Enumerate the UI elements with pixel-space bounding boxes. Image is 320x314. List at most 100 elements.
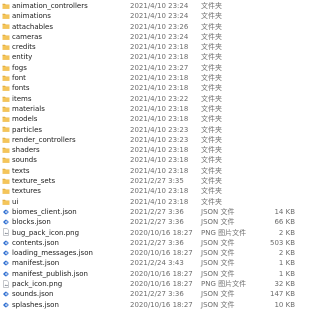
file-type: 文件夹 xyxy=(201,187,222,196)
file-name: materials xyxy=(12,104,45,113)
file-type: PNG 图片文件 xyxy=(201,228,247,237)
file-type: 文件夹 xyxy=(201,32,222,41)
png-file-icon xyxy=(2,228,10,237)
file-name: pack_icon.png xyxy=(12,280,63,289)
file-name: biomes_client.json xyxy=(12,207,77,216)
file-name: blocks.json xyxy=(12,218,51,227)
file-row[interactable]: splashes.json 2020/10/16 18:27 JSON 文件 10 K… xyxy=(0,300,300,310)
file-type: JSON 文件 xyxy=(201,218,235,227)
file-modified-date: 2021/2/27 3:36 xyxy=(130,238,184,247)
file-row[interactable]: render_controllers 2021/4/10 23:23 文件夹 xyxy=(0,135,300,145)
file-row[interactable]: particles 2021/4/10 23:23 文件夹 xyxy=(0,125,300,135)
file-type: 文件夹 xyxy=(201,84,222,93)
file-row[interactable]: models 2021/4/10 23:18 文件夹 xyxy=(0,114,300,124)
file-modified-date: 2021/4/10 23:26 xyxy=(130,22,189,31)
file-type: 文件夹 xyxy=(201,63,222,72)
file-row[interactable]: credits 2021/4/10 23:18 文件夹 xyxy=(0,42,300,52)
file-row[interactable]: entity 2021/4/10 23:18 文件夹 xyxy=(0,52,300,62)
file-size: 503 KB xyxy=(270,238,295,247)
file-row[interactable]: loading_messages.json 2020/10/16 18:27 JSO… xyxy=(0,248,300,258)
file-modified-date: 2021/4/10 23:18 xyxy=(130,197,189,206)
file-name: texture_sets xyxy=(12,177,56,186)
file-row[interactable]: font 2021/4/10 23:18 文件夹 xyxy=(0,73,300,83)
file-row[interactable]: manifest.json 2021/2/24 3:43 JSON 文件 1 KB xyxy=(0,258,300,268)
json-file-icon xyxy=(2,270,10,278)
file-list: animation_controllers 2021/4/10 23:24 文件夹 a… xyxy=(0,0,300,314)
file-row[interactable]: animation_controllers 2021/4/10 23:24 文件夹 xyxy=(0,1,300,11)
file-name: manifest_publish.json xyxy=(12,269,88,278)
file-name: fonts xyxy=(12,84,30,93)
file-row[interactable]: animations 2021/4/10 23:24 文件夹 xyxy=(0,11,300,21)
file-modified-date: 2020/10/16 18:27 xyxy=(130,249,193,258)
folder-icon xyxy=(2,156,10,164)
file-row[interactable]: materials 2021/4/10 23:18 文件夹 xyxy=(0,104,300,114)
file-row[interactable]: textures 2021/4/10 23:18 文件夹 xyxy=(0,186,300,196)
file-modified-date: 2021/4/10 23:23 xyxy=(130,135,189,144)
file-type: JSON 文件 xyxy=(201,300,235,309)
file-name: attachables xyxy=(12,22,53,31)
file-modified-date: 2020/10/16 18:27 xyxy=(130,280,193,289)
file-name: animations xyxy=(12,12,51,21)
file-size: 10 KB xyxy=(274,300,295,309)
file-name: items xyxy=(12,94,32,103)
file-type: 文件夹 xyxy=(201,197,222,206)
file-name: ui xyxy=(12,197,19,206)
file-row[interactable]: contents.json 2021/2/27 3:36 JSON 文件 503 KB xyxy=(0,238,300,248)
file-row[interactable]: biomes_client.json 2021/2/27 3:36 JSON 文件 1… xyxy=(0,207,300,217)
file-row[interactable]: blocks.json 2021/2/27 3:36 JSON 文件 66 KB xyxy=(0,217,300,227)
file-type: 文件夹 xyxy=(201,115,222,124)
file-row[interactable]: texts 2021/4/10 23:18 文件夹 xyxy=(0,166,300,176)
file-row[interactable]: manifest_publish.json 2020/10/16 18:27 JSO… xyxy=(0,269,300,279)
file-row[interactable]: texture_sets 2021/2/27 3:35 文件夹 xyxy=(0,176,300,186)
file-row[interactable]: items 2021/4/10 23:22 文件夹 xyxy=(0,94,300,104)
file-modified-date: 2021/4/10 23:18 xyxy=(130,115,189,124)
file-row[interactable]: pack_icon.png 2020/10/16 18:27 PNG 图片文件 32 … xyxy=(0,279,300,289)
file-name: animation_controllers xyxy=(12,2,88,10)
file-type: JSON 文件 xyxy=(201,249,235,258)
file-row[interactable]: fonts 2021/4/10 23:18 文件夹 xyxy=(0,83,300,93)
file-size: 2 KB xyxy=(278,249,295,258)
file-row[interactable]: bug_pack_icon.png 2020/10/16 18:27 PNG 图片文… xyxy=(0,228,300,238)
file-type: 文件夹 xyxy=(201,125,222,134)
json-file-icon xyxy=(2,301,10,309)
file-type: 文件夹 xyxy=(201,166,222,175)
file-modified-date: 2021/4/10 23:18 xyxy=(130,187,189,196)
json-file-icon xyxy=(2,208,10,216)
file-row[interactable]: sounds.json 2021/2/27 3:36 JSON 文件 147 KB xyxy=(0,289,300,299)
file-row[interactable]: sounds 2021/4/10 23:18 文件夹 xyxy=(0,155,300,165)
file-row[interactable]: cameras 2021/4/10 23:24 文件夹 xyxy=(0,32,300,42)
file-row[interactable]: fogs 2021/4/10 23:27 文件夹 xyxy=(0,63,300,73)
file-modified-date: 2021/4/10 23:27 xyxy=(130,63,189,72)
file-type: 文件夹 xyxy=(201,135,222,144)
folder-icon xyxy=(2,105,10,113)
file-name: particles xyxy=(12,125,43,134)
file-name: shaders xyxy=(12,146,40,155)
file-size: 14 KB xyxy=(274,207,295,216)
file-type: PNG 图片文件 xyxy=(201,280,247,289)
file-name: models xyxy=(12,115,38,124)
folder-icon xyxy=(2,53,10,61)
file-row[interactable]: attachables 2021/4/10 23:26 文件夹 xyxy=(0,22,300,32)
file-type: 文件夹 xyxy=(201,43,222,52)
file-modified-date: 2020/10/16 18:27 xyxy=(130,300,193,309)
file-type: JSON 文件 xyxy=(201,259,235,268)
file-modified-date: 2021/4/10 23:18 xyxy=(130,84,189,93)
file-name: cameras xyxy=(12,32,43,41)
file-modified-date: 2021/4/10 23:18 xyxy=(130,74,189,83)
file-modified-date: 2021/4/10 23:18 xyxy=(130,43,189,52)
file-name: loading_messages.json xyxy=(12,249,93,258)
file-modified-date: 2021/4/10 23:23 xyxy=(130,125,189,134)
file-name: fogs xyxy=(12,63,27,72)
file-modified-date: 2020/10/16 18:27 xyxy=(130,269,193,278)
file-size: 2 KB xyxy=(278,228,295,237)
file-name: credits xyxy=(12,43,36,52)
file-row[interactable]: shaders 2021/4/10 23:18 文件夹 xyxy=(0,145,300,155)
file-modified-date: 2020/10/16 18:27 xyxy=(130,228,193,237)
folder-icon xyxy=(2,33,10,41)
folder-icon xyxy=(2,136,10,144)
file-name: textures xyxy=(12,187,41,196)
file-name: font xyxy=(12,74,26,83)
file-size: 1 KB xyxy=(278,269,295,278)
file-row[interactable]: ui 2021/4/10 23:18 文件夹 xyxy=(0,197,300,207)
png-file-icon xyxy=(2,280,10,288)
